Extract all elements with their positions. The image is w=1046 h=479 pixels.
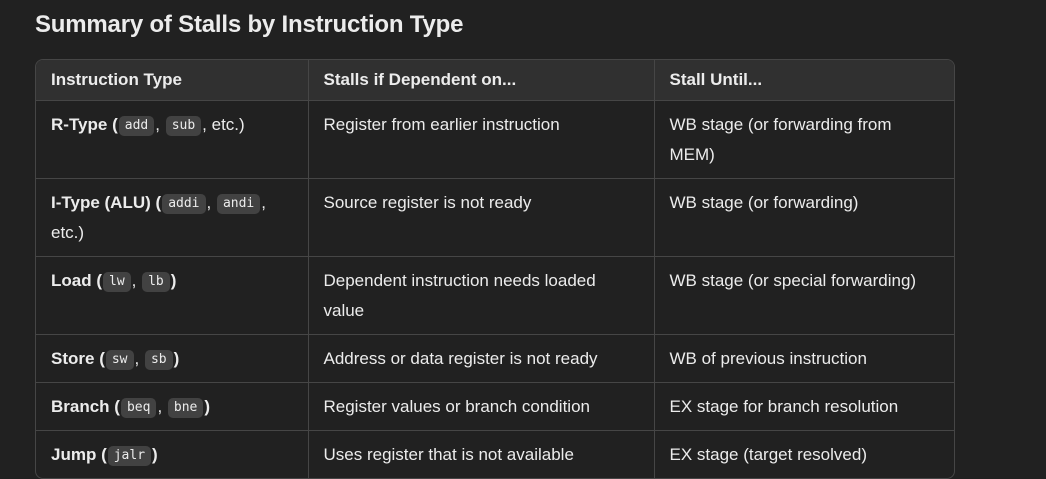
instruction-type-trailer: , etc.) (202, 115, 245, 134)
cell-stall-until: WB stage (or special forwarding) (654, 256, 954, 335)
column-header-stall-until: Stall Until... (654, 60, 954, 101)
open-paren: ( (107, 115, 118, 134)
cell-instruction-type: I-Type (ALU) (addi, andi, etc.) (36, 178, 309, 257)
cell-stalls-if-dependent: Source register is not ready (308, 178, 655, 257)
table-row: I-Type (ALU) (addi, andi, etc.) Source re… (36, 178, 954, 257)
instruction-type-name: Load (51, 271, 92, 290)
instruction-type-name: I-Type (ALU) (51, 193, 151, 212)
cell-stall-until: WB stage (or forwarding) (654, 178, 954, 257)
inline-code: beq (120, 398, 157, 418)
table-header-row: Instruction Type Stalls if Dependent on.… (36, 60, 954, 101)
instruction-type-name: Jump (51, 445, 97, 464)
stalls-table-container: Instruction Type Stalls if Dependent on.… (35, 59, 955, 479)
table-row: Branch (beq, bne) Register values or bran… (36, 382, 954, 431)
table-row: Jump (jalr) Uses register that is not ava… (36, 430, 954, 478)
open-paren: ( (96, 445, 107, 464)
inline-code: lb (142, 272, 170, 292)
code-separator: , (134, 349, 144, 368)
stalls-table: Instruction Type Stalls if Dependent on.… (36, 60, 954, 478)
table-row: R-Type (add, sub, etc.) Register from ear… (36, 100, 954, 179)
inline-code: lw (103, 272, 131, 292)
table-row: Load (lw, lb) Dependent instruction needs… (36, 256, 954, 335)
open-paren: ( (91, 271, 102, 290)
open-paren: ( (109, 397, 120, 416)
instruction-type-trailer: ) (204, 397, 211, 416)
cell-stall-until: WB of previous instruction (654, 334, 954, 383)
instruction-type-trailer: ) (173, 349, 180, 368)
cell-instruction-type: Jump (jalr) (36, 430, 309, 478)
inline-code: sub (165, 116, 202, 136)
inline-code: sw (105, 350, 134, 370)
column-header-instruction-type: Instruction Type (36, 60, 309, 101)
cell-stalls-if-dependent: Register values or branch condition (308, 382, 655, 431)
inline-code: addi (162, 194, 206, 214)
inline-code: add (118, 116, 155, 136)
cell-instruction-type: Store (sw, sb) (36, 334, 309, 383)
cell-stalls-if-dependent: Register from earlier instruction (308, 100, 655, 179)
inline-code: jalr (107, 446, 152, 466)
cell-instruction-type: Load (lw, lb) (36, 256, 309, 335)
open-paren: ( (94, 349, 105, 368)
instruction-type-name: R-Type (51, 115, 108, 134)
code-separator: , (155, 115, 165, 134)
instruction-type-trailer: ) (152, 445, 158, 464)
instruction-type-name: Store (51, 349, 95, 368)
cell-instruction-type: Branch (beq, bne) (36, 382, 309, 431)
code-separator: , (131, 271, 142, 290)
inline-code: bne (167, 398, 204, 418)
cell-stall-until: EX stage for branch resolution (654, 382, 954, 431)
instruction-type-trailer: ) (170, 271, 177, 290)
instruction-type-name: Branch (51, 397, 110, 416)
section-heading: Summary of Stalls by Instruction Type (35, 11, 464, 38)
column-header-stalls-if-dependent: Stalls if Dependent on... (308, 60, 655, 101)
inline-code: andi (216, 194, 261, 214)
open-paren: ( (150, 193, 162, 212)
cell-stall-until: EX stage (target resolved) (669, 445, 867, 464)
table-row: Store (sw, sb) Address or data register i… (36, 334, 954, 383)
code-separator: , (206, 193, 216, 212)
cell-instruction-type: R-Type (add, sub, etc.) (36, 100, 309, 179)
cell-stalls-if-dependent: Dependent instruction needs loaded value (308, 256, 655, 335)
inline-code: sb (144, 350, 173, 370)
code-separator: , (157, 397, 167, 416)
cell-stalls-if-dependent: Address or data register is not ready (308, 334, 655, 383)
cell-stall-until: WB stage (or forwarding from MEM) (654, 100, 954, 179)
cell-stalls-if-dependent: Uses register that is not available (308, 430, 655, 478)
